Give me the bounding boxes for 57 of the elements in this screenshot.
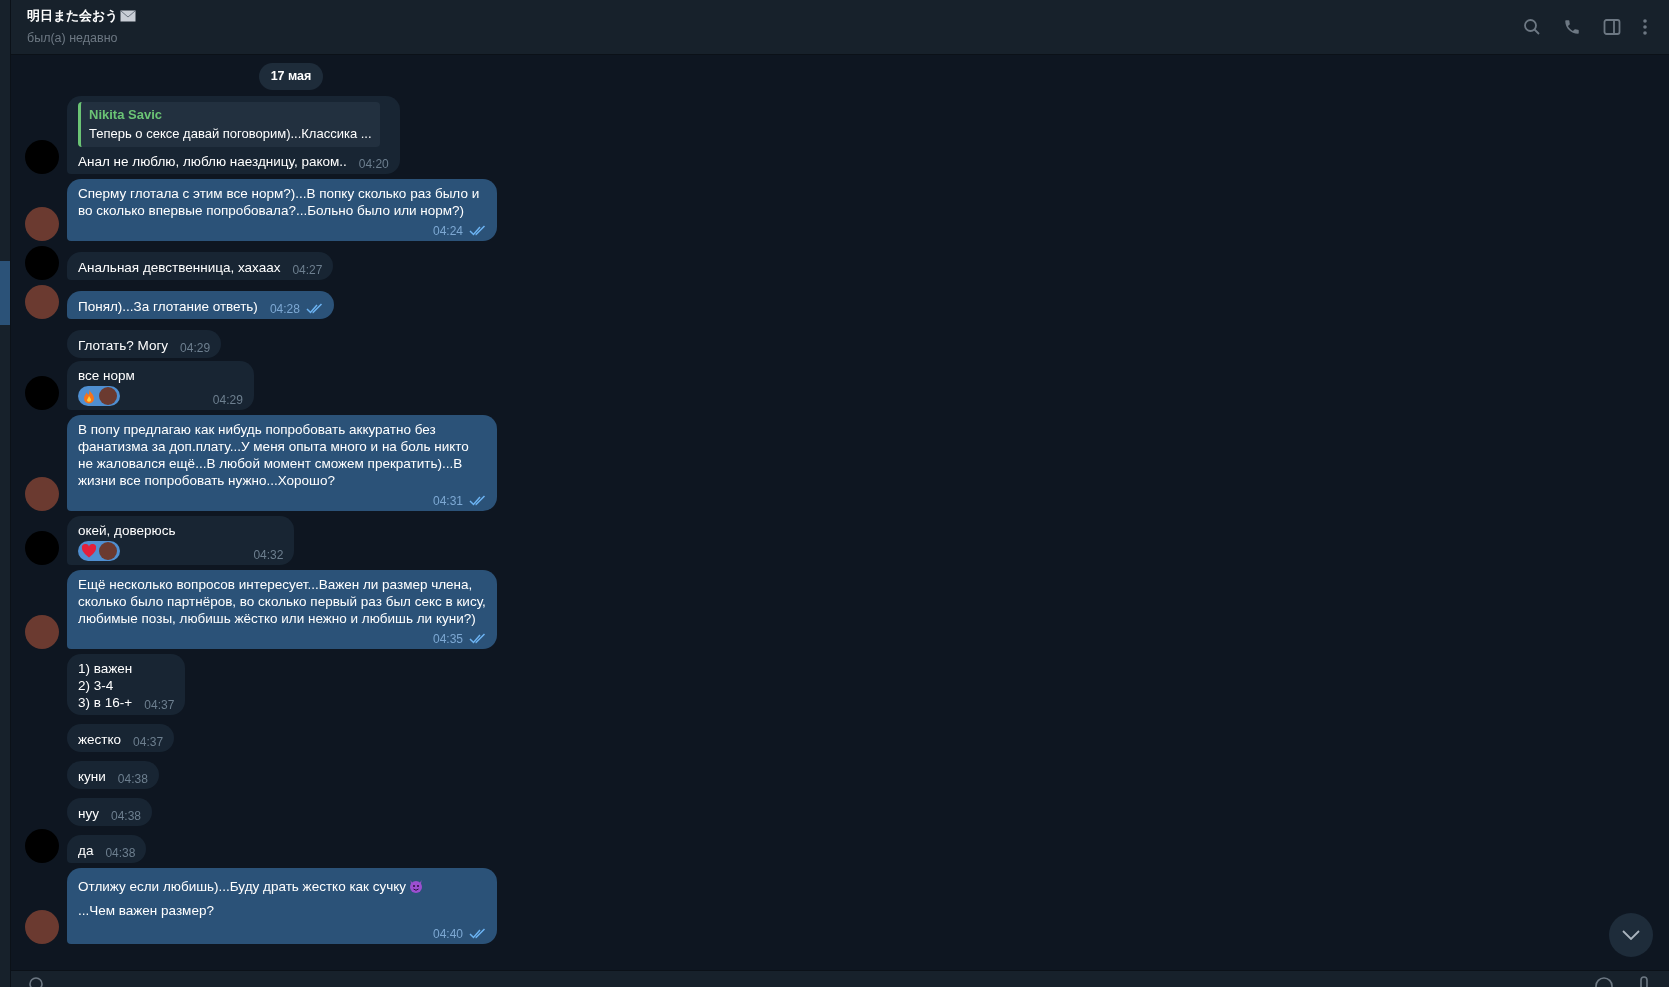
message-text: Анальная девственница, хахаах [78, 258, 281, 276]
reactor-avatar [99, 386, 117, 405]
message-text: Глотать? Могу [78, 336, 169, 354]
message-time: 04:38 [105, 844, 136, 862]
search-icon[interactable] [1523, 18, 1541, 36]
message-time: 04:35 [432, 630, 463, 648]
reaction-pill[interactable] [78, 540, 120, 561]
avatar[interactable] [25, 909, 59, 944]
message-time: 04:37 [144, 696, 175, 714]
message-time: 04:27 [292, 261, 323, 279]
message-time: 04:29 [212, 391, 243, 409]
reply-quote[interactable]: Nikita Savic Теперь о сексе давай поговорим)...Классика ... [78, 101, 380, 147]
message-text: 1) важен 2) 3-4 3) в 16-+ [78, 659, 133, 711]
message-time: 04:31 [432, 492, 463, 510]
selected-chat-indicator [0, 261, 10, 325]
message-text: нуу [78, 804, 99, 822]
message-text: куни [78, 767, 106, 785]
heart-emoji-icon [81, 542, 97, 559]
chat-title: 明日また会おう [27, 7, 118, 26]
message-text: Сперму глотала с этим все норм?)...В попку сколько раз было и во сколько впервые попробовала?...Больно было или норм?) [78, 184, 481, 219]
message-time: 04:40 [432, 925, 463, 943]
message-time: 04:28 [269, 300, 300, 318]
message-time: 04:32 [253, 546, 284, 564]
more-icon[interactable] [1643, 19, 1647, 35]
avatar[interactable] [25, 284, 59, 319]
message-text: Отлижу если любишь)...Буду драть жестко как сучку [78, 878, 407, 894]
message-time: 04:38 [110, 807, 141, 825]
phone-icon[interactable] [1563, 18, 1581, 36]
message-time: 04:29 [180, 339, 211, 357]
last-seen-status: был(а) недавно [27, 29, 119, 47]
message-text: Ещё несколько вопросов интересует...Важен ли размер члена, сколько было партнёров, во сколько первый раз был секс в кису, любимые позы, любишь жёстко или нежно и любишь ли куни?) [78, 575, 486, 627]
avatar[interactable] [25, 206, 59, 241]
message-text: В попу предлагаю как нибудь попробовать аккуратно без фанатизма за доп.плату...У меня опыта много и на боль никто не жаловался ещё...В любой момент сможем прекратить)...В жизни все попробовать нужно...Хорошо? [78, 420, 470, 489]
message-text: все норм [78, 366, 135, 384]
scroll-down-button[interactable] [1609, 913, 1653, 957]
reply-sender-name: Nikita Savic [89, 105, 163, 124]
avatar[interactable] [25, 614, 59, 649]
reaction-pill[interactable] [78, 385, 120, 406]
message-text: ...Чем важен размер? [78, 901, 214, 919]
sidebar-toggle-icon[interactable] [1603, 18, 1621, 36]
message-text: Понял)...За глотание ответь) [78, 297, 258, 315]
message-time: 04:24 [432, 222, 463, 240]
avatar[interactable] [25, 476, 59, 511]
chevron-down-icon [1622, 930, 1640, 940]
message-time: 04:38 [117, 770, 148, 788]
message-text: жестко [78, 730, 122, 748]
reactor-avatar [99, 541, 117, 560]
microphone-icon[interactable] [1639, 976, 1649, 987]
fire-emoji-icon [81, 387, 97, 404]
message-time: 04:37 [133, 733, 164, 751]
reply-text: Теперь о сексе давай поговорим)...Классика ... [89, 125, 372, 144]
envelope-icon [120, 10, 136, 23]
message-text: Анал не люблю, люблю наездницу, раком.. [78, 152, 347, 170]
date-label: 17 мая [258, 63, 324, 90]
message-text: окей, доверюсь [78, 521, 176, 539]
message-time: 04:20 [358, 155, 389, 173]
message-text: да [78, 841, 94, 859]
